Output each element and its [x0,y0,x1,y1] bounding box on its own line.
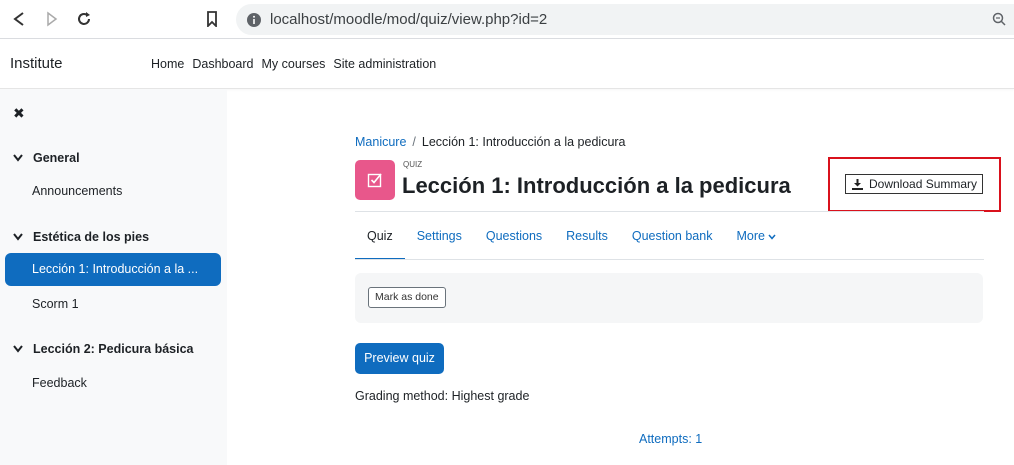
drawer-item-scorm-1[interactable]: Scorm 1 [32,297,79,311]
page-title: Lección 1: Introducción a la pedicura [402,173,791,198]
browser-toolbar: localhost/moodle/mod/quiz/view.php?id=2 [0,0,1014,39]
address-bar[interactable]: localhost/moodle/mod/quiz/view.php?id=2 [236,4,1014,35]
tab-quiz[interactable]: Quiz [355,213,405,260]
quiz-activity-icon [355,160,395,200]
tab-more[interactable]: More [724,213,788,259]
nav-my-courses[interactable]: My courses [262,57,326,71]
section-estetica-de-los-pies[interactable]: Estética de los pies [13,230,149,244]
nav-dashboard[interactable]: Dashboard [192,57,253,71]
site-brand[interactable]: Institute [10,55,63,72]
back-button[interactable] [8,8,30,30]
download-icon [852,178,863,190]
reload-icon [78,12,90,25]
chevron-down-icon [13,233,25,241]
breadcrumb-course-link[interactable]: Manicure [355,135,406,149]
close-drawer-icon[interactable]: ✖ [13,105,25,122]
tab-settings[interactable]: Settings [405,213,474,259]
chevron-down-icon [13,345,25,353]
tab-questions[interactable]: Questions [474,213,554,259]
breadcrumb-separator: / [412,135,416,149]
back-icon [13,12,24,26]
section-title: Estética de los pies [33,230,150,244]
url-text: localhost/moodle/mod/quiz/view.php?id=2 [270,11,548,28]
section-title: Lección 2: Pedicura básica [33,342,194,356]
nav-home[interactable]: Home [151,57,184,71]
drawer-item-feedback[interactable]: Feedback [32,376,87,390]
download-summary-button[interactable]: Download Summary [845,174,983,194]
info-icon [246,12,262,33]
drawer-item-leccion-1[interactable]: Lección 1: Introducción a la ... [5,253,221,286]
chevron-down-icon [13,154,25,162]
tab-results[interactable]: Results [554,213,620,259]
drawer-item-announcements[interactable]: Announcements [32,184,122,198]
section-leccion-2[interactable]: Lección 2: Pedicura básica [13,342,194,356]
bookmark-button[interactable] [201,8,223,30]
section-general[interactable]: General [13,151,80,165]
mark-as-done-button[interactable]: Mark as done [368,287,446,308]
download-summary-label: Download Summary [869,177,978,191]
bookmark-icon [207,11,217,27]
site-navbar: Institute Home Dashboard My courses Site… [0,39,1014,89]
zoom-icon[interactable] [992,12,1006,31]
divider [355,211,984,212]
drawer-item-label: Lección 1: Introducción a la ... [32,262,199,276]
breadcrumb: Manicure / Lección 1: Introducción a la pe… [355,135,626,149]
grading-method-text: Grading method: Highest grade [355,389,530,403]
forward-icon [47,11,58,27]
chevron-down-icon [768,234,776,240]
divider [355,259,984,260]
breadcrumb-current: Lección 1: Introducción a la pedicura [421,135,626,149]
reload-button[interactable] [73,8,95,30]
preview-quiz-button[interactable]: Preview quiz [355,343,444,374]
activity-completion-box: Mark as done [355,273,983,323]
tab-question-bank[interactable]: Question bank [620,213,725,259]
forward-button[interactable] [41,8,63,30]
activity-type-label: QUIZ [403,160,423,169]
primary-nav: Home Dashboard My courses Site administr… [151,57,444,71]
secondary-nav-tabs: Quiz Settings Questions Results Question… [355,213,788,260]
nav-site-administration[interactable]: Site administration [333,57,436,71]
section-title: General [33,151,80,165]
course-index-drawer: ✖ General Announcements Estética de los … [0,89,227,465]
attempts-link[interactable]: Attempts: 1 [639,432,702,446]
tab-more-label: More [736,229,765,243]
